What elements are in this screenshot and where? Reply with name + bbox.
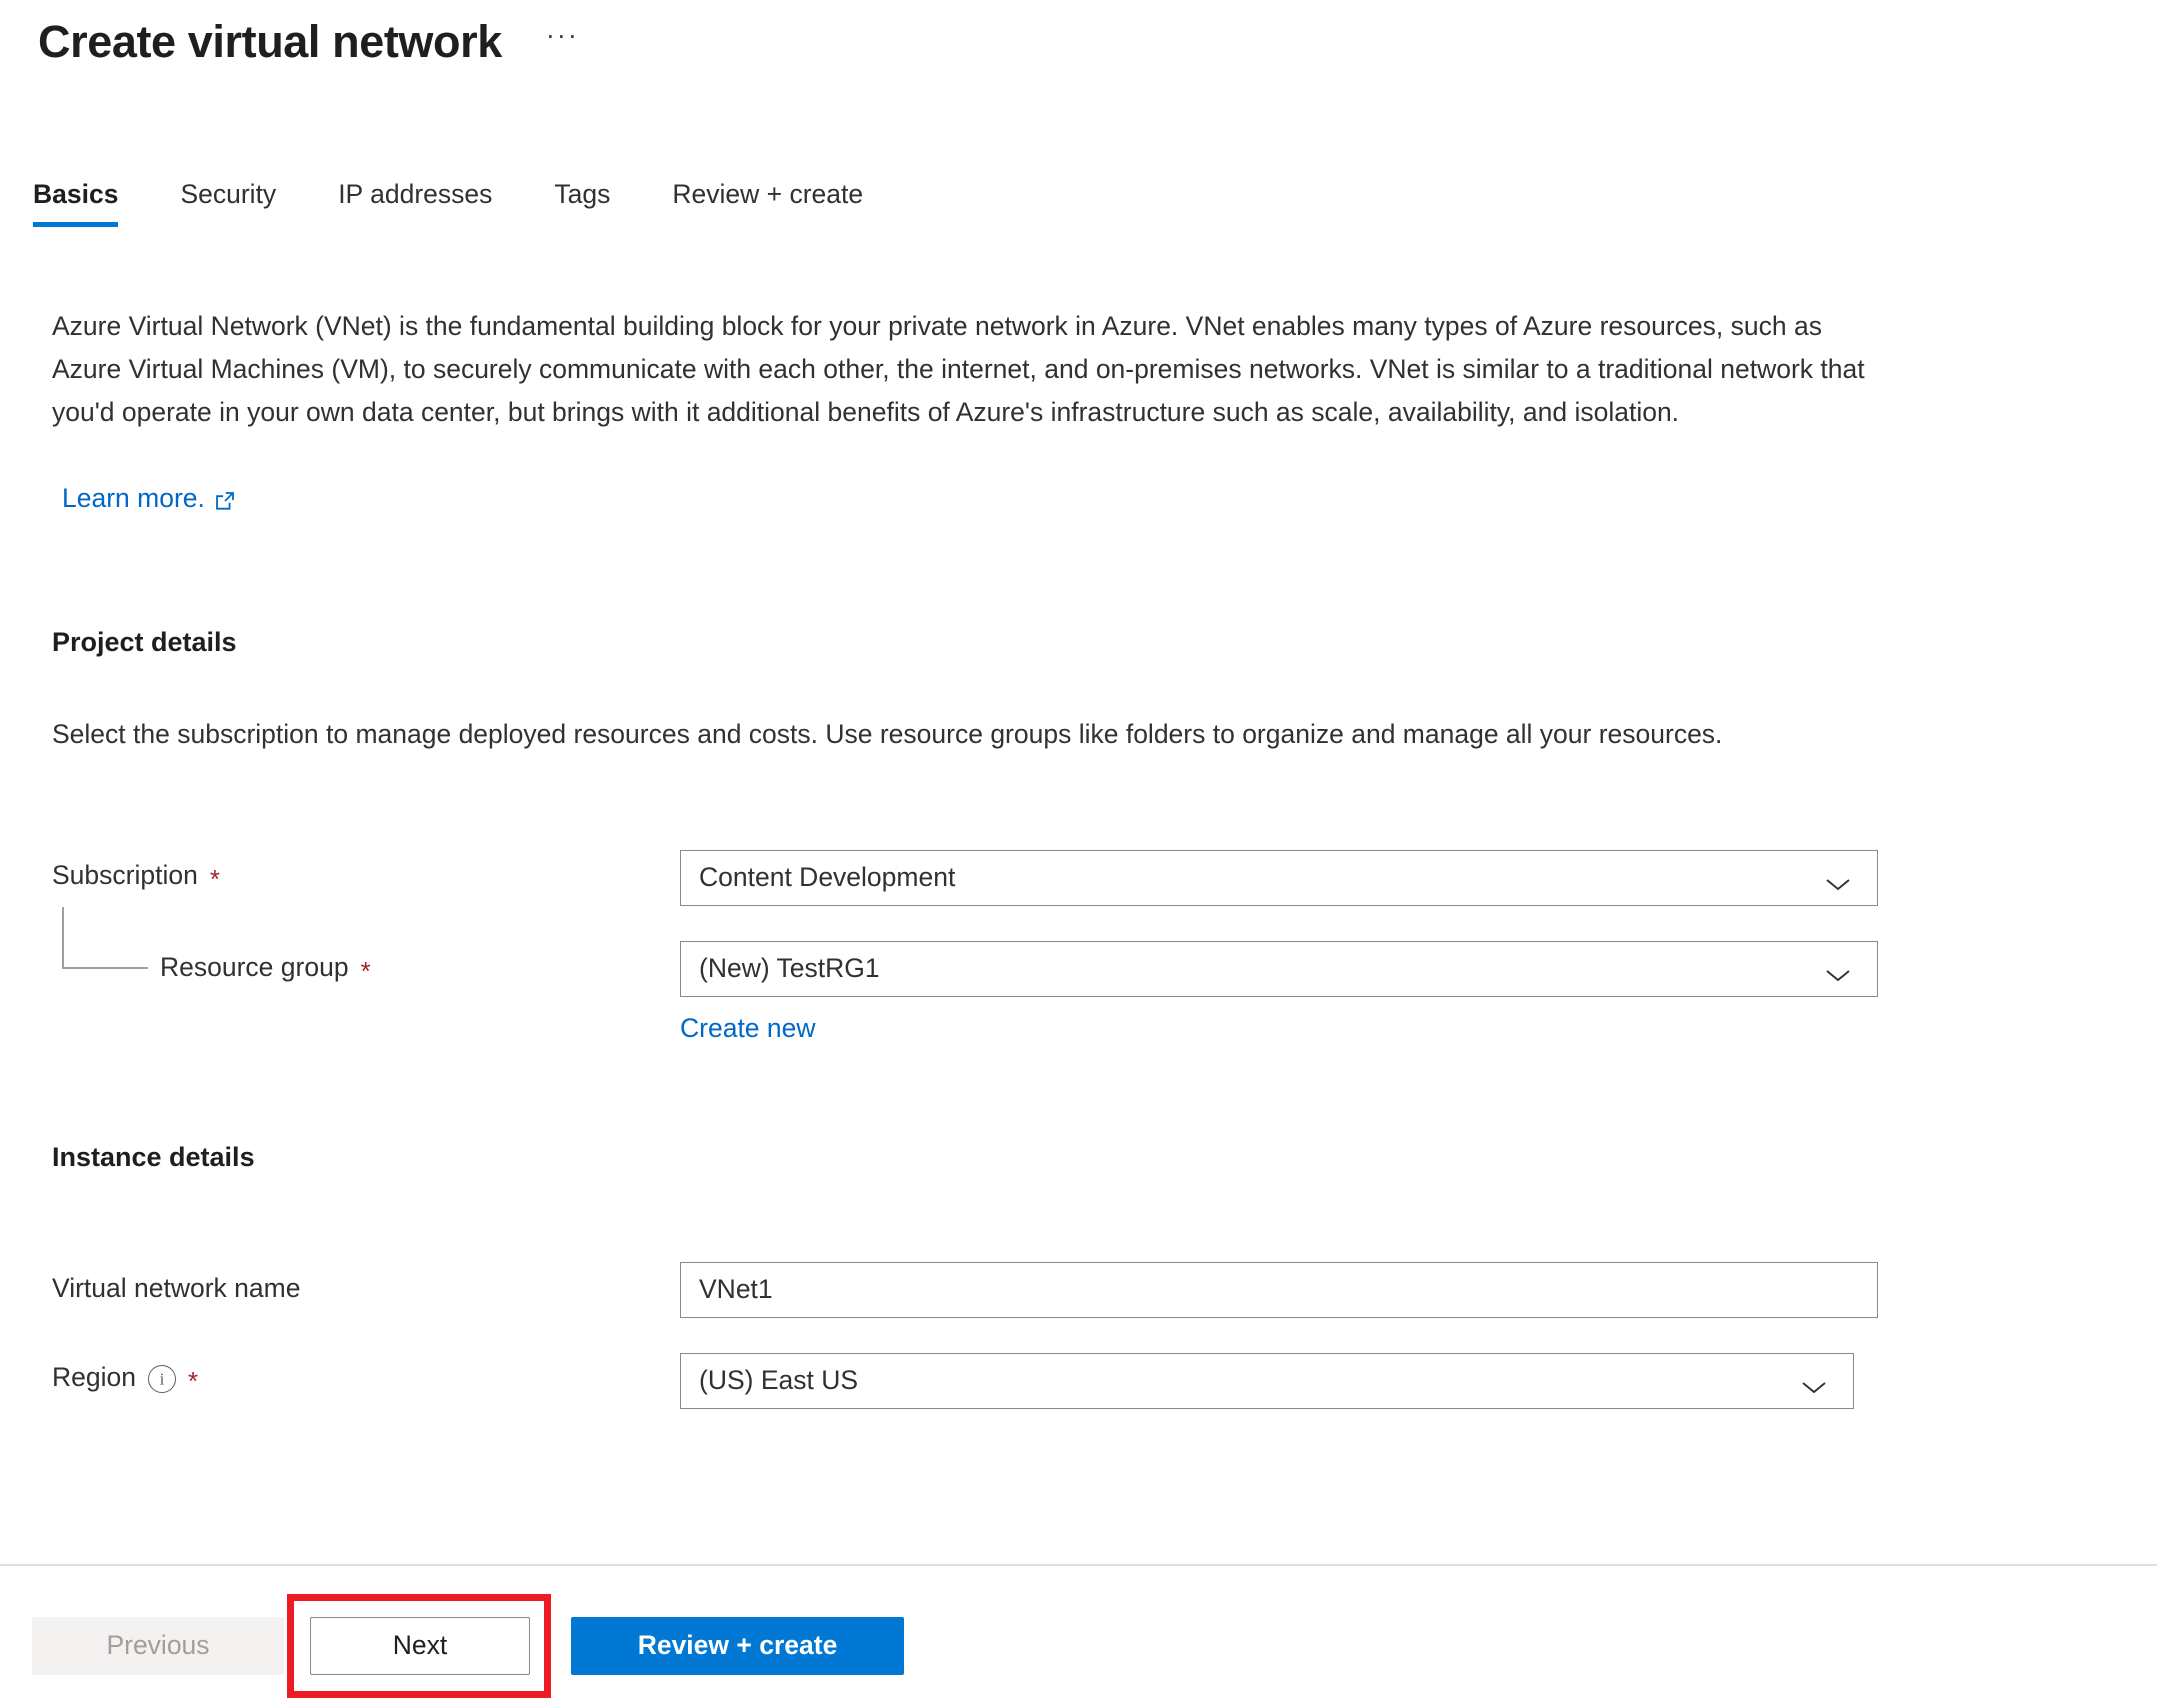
- info-icon[interactable]: [147, 1364, 176, 1393]
- chevron-down-icon: [1799, 1372, 1829, 1394]
- tab-basics[interactable]: Basics: [33, 178, 149, 228]
- external-link-icon: [214, 488, 236, 510]
- next-button[interactable]: Next: [310, 1617, 530, 1675]
- tab-review-create-label: Review + create: [672, 179, 864, 209]
- resource-group-dropdown[interactable]: (New) TestRG1: [680, 941, 1878, 997]
- tab-ip-addresses[interactable]: IP addresses: [307, 178, 523, 227]
- page-header: Create virtual network ···: [38, 16, 585, 68]
- virtual-network-name-value: VNet1: [699, 1274, 773, 1305]
- region-value: (US) East US: [699, 1365, 859, 1396]
- subscription-dropdown[interactable]: Content Development: [680, 850, 1878, 906]
- learn-more-label: Learn more.: [62, 483, 205, 513]
- subscription-label: Subscription *: [52, 860, 220, 892]
- project-details-heading: Project details: [52, 627, 237, 657]
- subscription-value: Content Development: [699, 862, 956, 893]
- tab-security[interactable]: Security: [149, 178, 307, 227]
- subscription-resource-group-connector: [62, 907, 148, 969]
- learn-more-link[interactable]: Learn more.: [62, 483, 236, 515]
- tab-tags-label: Tags: [554, 179, 611, 209]
- tab-basics-label: Basics: [33, 179, 119, 209]
- create-new-resource-group-link[interactable]: Create new: [680, 1013, 816, 1045]
- chevron-down-icon: [1823, 869, 1853, 891]
- subscription-label-text: Subscription: [52, 860, 198, 890]
- chevron-down-icon: [1823, 960, 1853, 982]
- region-label-text: Region: [52, 1362, 136, 1392]
- intro-paragraph: Azure Virtual Network (VNet) is the fund…: [52, 311, 1865, 427]
- resource-group-label-text: Resource group: [160, 952, 349, 982]
- virtual-network-name-input[interactable]: VNet1: [680, 1262, 1878, 1318]
- resource-group-value: (New) TestRG1: [699, 953, 880, 984]
- virtual-network-name-label-text: Virtual network name: [52, 1273, 301, 1303]
- page-title: Create virtual network: [38, 16, 502, 67]
- review-create-button[interactable]: Review + create: [571, 1617, 904, 1675]
- more-actions-icon[interactable]: ···: [540, 16, 585, 67]
- virtual-network-name-label: Virtual network name: [52, 1273, 300, 1305]
- resource-group-label: Resource group *: [160, 952, 371, 984]
- subscription-required-star: *: [209, 863, 220, 894]
- instance-details-heading: Instance details: [52, 1142, 255, 1172]
- tab-ip-addresses-label: IP addresses: [338, 179, 493, 209]
- region-label: Region *: [52, 1362, 198, 1394]
- tab-review-create[interactable]: Review + create: [641, 178, 894, 227]
- tab-tags[interactable]: Tags: [523, 178, 641, 227]
- region-required-star: *: [187, 1365, 199, 1396]
- tab-bar: Basics Security IP addresses Tags Review…: [33, 178, 894, 228]
- previous-button[interactable]: Previous: [32, 1617, 284, 1675]
- tab-security-label: Security: [180, 179, 277, 209]
- region-dropdown[interactable]: (US) East US: [680, 1353, 1854, 1409]
- project-details-description: Select the subscription to manage deploy…: [52, 719, 1723, 749]
- resource-group-required-star: *: [360, 955, 371, 986]
